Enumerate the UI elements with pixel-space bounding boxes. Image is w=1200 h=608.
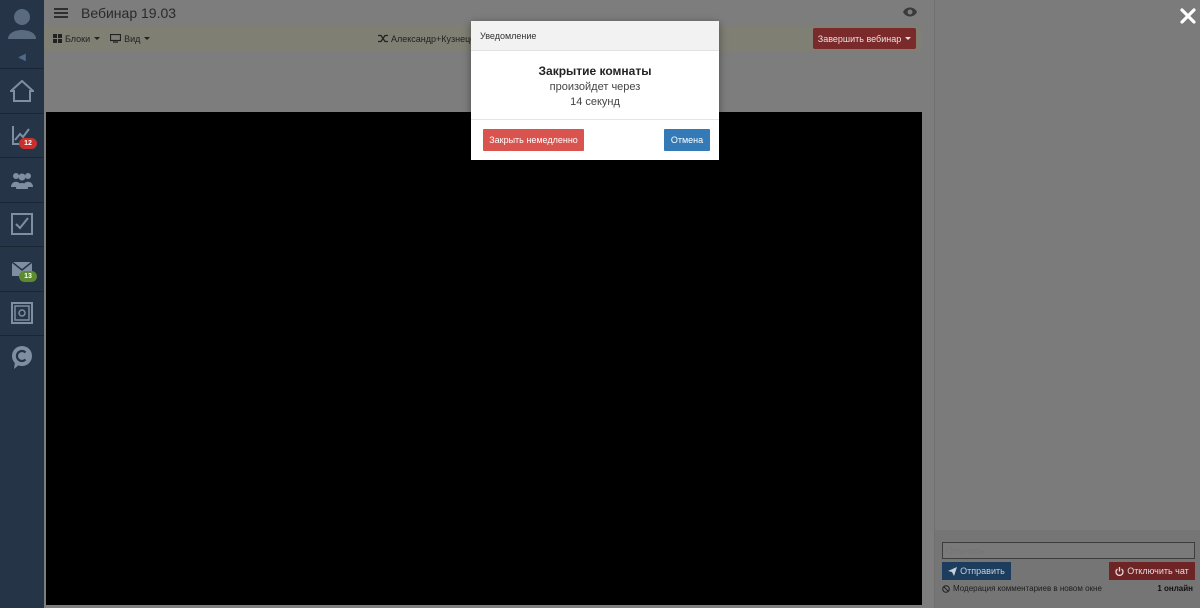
monitor-icon	[110, 34, 122, 43]
grid-icon	[53, 34, 62, 43]
ban-icon	[942, 584, 950, 593]
presenter-switch[interactable]: Александр+Кузнецо	[378, 26, 475, 51]
end-webinar-button[interactable]: Завершить вебинар	[813, 28, 916, 49]
users-icon	[11, 172, 33, 189]
view-dropdown[interactable]: Вид	[110, 33, 151, 44]
sidebar-item-messages[interactable]: 13	[0, 246, 44, 291]
blocks-label: Блоки	[65, 33, 91, 44]
reply-input[interactable]	[942, 542, 1195, 559]
shuffle-icon	[378, 34, 388, 43]
messages-badge: 13	[19, 271, 37, 282]
sidebar-item-home[interactable]	[0, 68, 44, 113]
collapse-arrow-icon: ◀	[18, 51, 26, 63]
safe-icon	[11, 302, 33, 325]
close-now-button[interactable]: Закрыть немедленно	[483, 129, 584, 151]
online-count: 1 онлайн	[1157, 584, 1193, 593]
home-icon	[10, 79, 34, 102]
disable-chat-label: Отключить чат	[1127, 566, 1189, 576]
chat-footer: Отправить Отключить чат Модерация коммен…	[935, 530, 1200, 608]
notification-modal: Уведомление Закрытие комнаты произойдет …	[471, 21, 719, 160]
sidebar-item-users[interactable]	[0, 157, 44, 202]
send-button[interactable]: Отправить	[942, 562, 1011, 580]
sidebar-item-safe[interactable]	[0, 290, 44, 336]
modal-heading: Закрытие комнаты	[538, 64, 652, 78]
chevron-down-icon	[94, 37, 101, 40]
modal-header: Уведомление	[471, 21, 719, 51]
sidebar-collapse-toggle[interactable]: ◀	[0, 46, 44, 68]
chevron-down-icon	[905, 37, 912, 40]
disable-chat-button[interactable]: Отключить чат	[1109, 562, 1195, 580]
modal-footer: Закрыть немедленно Отмена	[471, 120, 719, 160]
modal-body: Закрытие комнаты произойдет через 14 сек…	[471, 51, 719, 120]
tasks-icon	[11, 213, 33, 236]
moderation-link[interactable]: Модерация комментариев в новом окне	[942, 584, 1102, 593]
sidebar-item-statistics[interactable]: 12	[0, 112, 44, 158]
moderation-text: Модерация комментариев в новом окне	[953, 584, 1102, 593]
paper-plane-icon	[948, 566, 958, 576]
chevron-down-icon	[144, 37, 151, 40]
eye-icon[interactable]	[902, 6, 918, 18]
cancel-button[interactable]: Отмена	[664, 129, 710, 151]
chat-c-icon	[12, 345, 32, 369]
user-avatar[interactable]	[0, 0, 44, 46]
sidebar-item-chat[interactable]	[0, 335, 44, 380]
user-icon	[8, 9, 36, 39]
countdown-text: 14 секунд	[570, 96, 620, 108]
sidebar-item-tasks[interactable]	[0, 201, 44, 247]
end-webinar-label: Завершить вебинар	[817, 33, 902, 44]
chat-panel: Отправить Отключить чат Модерация коммен…	[934, 0, 1200, 608]
page-title: Вебинар 19.03	[81, 5, 177, 21]
view-label: Вид	[124, 33, 141, 44]
blocks-dropdown[interactable]: Блоки	[53, 33, 101, 44]
close-icon[interactable]	[1180, 8, 1196, 24]
modal-line-1: произойдет через	[549, 81, 641, 93]
menu-icon[interactable]	[54, 6, 68, 20]
power-icon	[1115, 566, 1124, 576]
statistics-badge: 12	[19, 137, 37, 149]
send-label: Отправить	[960, 566, 1005, 576]
presenter-name: Александр+Кузнецо	[391, 33, 476, 44]
video-player[interactable]	[46, 112, 922, 605]
left-sidebar: ◀ 12 13	[0, 0, 44, 608]
